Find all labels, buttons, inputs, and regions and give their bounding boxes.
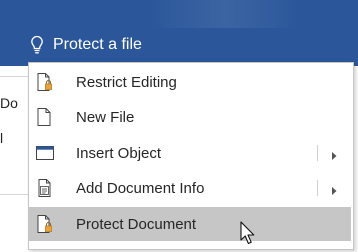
menu-item-label: Restrict Editing (76, 73, 177, 91)
submenu-separator (317, 180, 318, 196)
menu-item-protect-document[interactable]: Protect Document (29, 207, 351, 241)
submenu-arrow-icon[interactable] (330, 183, 338, 195)
protect-document-icon (35, 214, 55, 234)
menu-item-label: Protect Document (76, 215, 197, 233)
mouse-pointer-icon (239, 221, 259, 247)
menu-item-label: New File (76, 108, 135, 126)
lightbulb-icon (30, 34, 46, 56)
menu-item-label: Add Document Info (76, 179, 205, 197)
doc-divider (0, 194, 30, 195)
ribbon-divider (0, 76, 30, 77)
submenu-separator (317, 145, 318, 161)
doc-fragment-2: l (0, 130, 4, 146)
insert-object-icon (35, 143, 55, 163)
document-info-icon (35, 178, 55, 198)
new-file-icon (35, 107, 55, 127)
doc-fragment-1: Do (0, 95, 18, 111)
submenu-arrow-icon[interactable] (330, 148, 338, 160)
search-query-text: Protect a file (53, 36, 142, 53)
menu-item-new-file[interactable]: New File (29, 100, 351, 134)
tell-me-search-box[interactable]: Protect a file (30, 30, 330, 60)
ribbon-sheen (150, 0, 300, 28)
menu-item-restrict-editing[interactable]: Restrict Editing (29, 65, 351, 99)
restrict-editing-icon (35, 72, 55, 92)
menu-item-insert-object[interactable]: Insert Object (29, 136, 351, 170)
search-results-menu: Restrict Editing New File Insert Object (28, 62, 354, 250)
menu-item-add-document-info[interactable]: Add Document Info (29, 171, 351, 205)
menu-item-label: Insert Object (76, 144, 162, 162)
